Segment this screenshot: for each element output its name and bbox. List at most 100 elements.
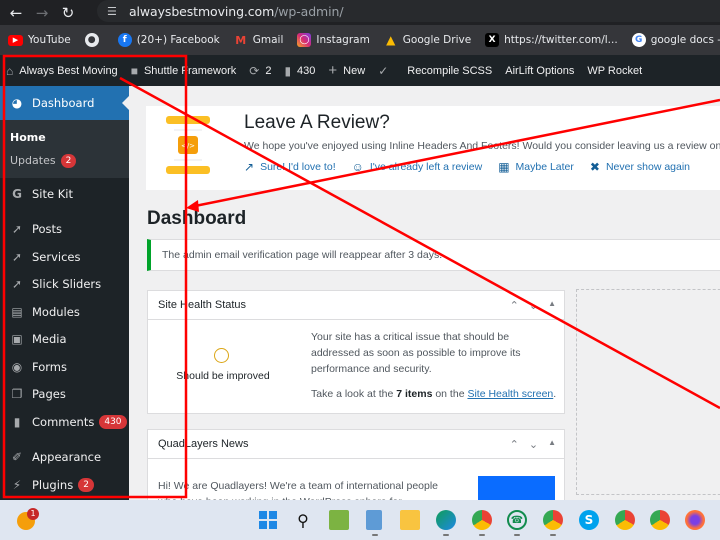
media-icon: ▣ <box>11 332 23 347</box>
site-info-icon[interactable]: ☰ <box>107 5 123 18</box>
bookmark-google-docs[interactable]: Ggoogle docs - Goog... <box>631 33 720 47</box>
bookmark-globe[interactable]: ● <box>84 33 104 47</box>
forward-icon[interactable]: → <box>32 3 52 23</box>
chrome-icon[interactable] <box>543 510 563 530</box>
review-notice: </> Leave A Review? We hope you've enjoy… <box>146 106 720 190</box>
calendar-icon: ▦ <box>498 160 510 174</box>
gmail-icon: M <box>235 33 247 47</box>
back-icon[interactable]: ← <box>6 3 26 23</box>
review-maybe-later-link[interactable]: ▦ Maybe Later <box>498 160 574 174</box>
firefox-icon[interactable] <box>685 510 705 530</box>
svg-text:</>: </> <box>181 142 195 150</box>
comment-icon: ▮ <box>13 414 21 429</box>
page-title: Dashboard <box>147 208 247 229</box>
inline-headers-logo: </> <box>166 116 210 174</box>
plus-icon: + <box>328 62 338 79</box>
x-icon: X <box>485 33 500 47</box>
sidebar-item-media[interactable]: ▣ Media <box>0 326 129 354</box>
reload-icon[interactable]: ↻ <box>58 3 78 23</box>
bookmarks-bar: ▶ YouTube ● f (20+) Facebook M Gmail ◯ Insta… <box>0 25 720 55</box>
bookmark-facebook[interactable]: f (20+) Facebook <box>117 33 220 47</box>
main-content: </> Leave A Review? We hope you've enjoy… <box>129 86 720 500</box>
move-down-icon[interactable]: ⌄ <box>529 438 538 451</box>
plugins-badge: 2 <box>78 477 94 492</box>
admin-bar-wp-rocket[interactable]: WP Rocket <box>587 65 642 77</box>
review-sure-link[interactable]: ↗ Sure! I'd love to! <box>244 160 336 174</box>
sidebar-item-posts[interactable]: ➚ Posts <box>0 216 129 244</box>
file-explorer-icon[interactable] <box>400 510 420 530</box>
move-down-icon[interactable]: ⌄ <box>529 299 538 312</box>
chrome-icon[interactable] <box>650 510 670 530</box>
sidebar-item-appearance[interactable]: ✐ Appearance <box>0 444 129 472</box>
sidebar-item-pages[interactable]: ❐ Pages <box>0 381 129 409</box>
plug-icon: ⚡ <box>12 477 22 492</box>
home-icon: ⌂ <box>6 63 14 78</box>
submenu-updates[interactable]: Updates 2 <box>10 149 129 172</box>
pin-icon: ➚ <box>11 222 23 237</box>
search-icon[interactable]: ⚲ <box>293 510 313 530</box>
smile-icon: ☺ <box>351 160 364 174</box>
paint-icon[interactable] <box>329 510 349 530</box>
chrome-icon[interactable] <box>472 510 492 530</box>
submenu-home[interactable]: Home <box>10 126 129 149</box>
forms-icon: ◉ <box>11 359 23 374</box>
admin-bar-yoast[interactable]: ✓ <box>378 64 394 78</box>
sidebar-item-dashboard[interactable]: ◕ Dashboard <box>0 86 129 120</box>
move-up-icon[interactable]: ⌃ <box>510 299 519 312</box>
sidebar-item-services[interactable]: ➚ Services <box>0 243 129 271</box>
site-health-screen-link[interactable]: Site Health screen <box>467 388 553 400</box>
bookmark-gmail[interactable]: M Gmail <box>234 33 283 47</box>
health-description: Your site has a critical issue that shou… <box>311 331 521 375</box>
admin-bar-site-name[interactable]: ⌂ Always Best Moving <box>6 64 118 78</box>
yoast-icon: ✓ <box>378 63 389 78</box>
address-bar[interactable]: ☰ alwaysbestmoving.com/wp-admin/ <box>97 0 720 22</box>
windows-taskbar: 1 ⚲ ☎ S <box>0 500 720 540</box>
sidebar-item-slick-sliders[interactable]: ➚ Slick Sliders <box>0 271 129 299</box>
sidebar-item-plugins[interactable]: ⚡ Plugins 2 <box>0 471 129 499</box>
chrome-icon[interactable] <box>615 510 635 530</box>
modules-icon: ▤ <box>11 304 23 319</box>
admin-bar-new[interactable]: + New <box>328 62 365 79</box>
external-link-icon: ↗ <box>244 160 255 174</box>
bookmark-google-drive[interactable]: ▲ Google Drive <box>384 33 471 47</box>
toggle-panel-icon[interactable]: ▲ <box>548 299 556 312</box>
news-text: Hi! We are Quadlayers! We're a team of i… <box>158 480 439 500</box>
admin-bar-framework[interactable]: ■ Shuttle Framework <box>131 64 237 78</box>
widget-header: Site Health Status ⌃ ⌄ ▲ <box>148 291 564 320</box>
windows-start-icon[interactable] <box>258 510 278 530</box>
admin-bar-recompile-scss[interactable]: Recompile SCSS <box>407 65 492 77</box>
updates-badge: 2 <box>60 153 77 168</box>
widget-header: QuadLayers News ⌃ ⌄ ▲ <box>148 430 564 459</box>
dashboard-submenu: Home Updates 2 <box>0 120 129 178</box>
empty-widget-dropzone <box>576 289 720 495</box>
sidebar-item-forms[interactable]: ◉ Forms <box>0 353 129 381</box>
brush-icon: ✐ <box>11 450 23 465</box>
whatsapp-icon[interactable]: ☎ <box>507 510 527 530</box>
bookmark-instagram[interactable]: ◯ Instagram <box>297 33 370 47</box>
pages-icon: ❐ <box>11 387 23 402</box>
edge-icon[interactable] <box>436 510 456 530</box>
bookmark-youtube[interactable]: ▶ YouTube <box>8 34 71 46</box>
admin-bar-airlift[interactable]: AirLift Options <box>505 65 574 77</box>
bookmark-twitter[interactable]: Xhttps://twitter.com/l... <box>485 33 618 47</box>
sidebar-item-comments[interactable]: ▮ Comments 430 <box>0 408 129 436</box>
google-g-icon: G <box>12 186 22 201</box>
skype-icon[interactable]: S <box>579 510 599 530</box>
admin-bar-comments[interactable]: ▮ 430 <box>284 64 315 78</box>
sidebar-item-modules[interactable]: ▤ Modules <box>0 298 129 326</box>
toggle-panel-icon[interactable]: ▲ <box>548 438 556 451</box>
health-status-label: Should be improved <box>176 370 270 382</box>
pin-icon: ➚ <box>11 277 23 292</box>
health-status-circle-icon <box>214 348 229 363</box>
notepad-icon[interactable] <box>366 510 382 530</box>
admin-bar-updates[interactable]: ⟳ 2 <box>249 64 271 78</box>
review-already-link[interactable]: ☺ I've already left a review <box>352 160 483 174</box>
instagram-icon: ◯ <box>297 33 312 47</box>
admin-sidebar: ◕ Dashboard Home Updates 2 G Site Kit ➚ Post… <box>0 86 129 500</box>
review-title: Leave A Review? <box>244 112 390 133</box>
move-up-icon[interactable]: ⌃ <box>510 438 519 451</box>
review-never-link[interactable]: ✖ Never show again <box>590 160 690 174</box>
google-icon: G <box>631 33 646 47</box>
sidebar-item-site-kit[interactable]: G Site Kit <box>0 180 129 208</box>
notification-badge: 1 <box>27 508 39 520</box>
